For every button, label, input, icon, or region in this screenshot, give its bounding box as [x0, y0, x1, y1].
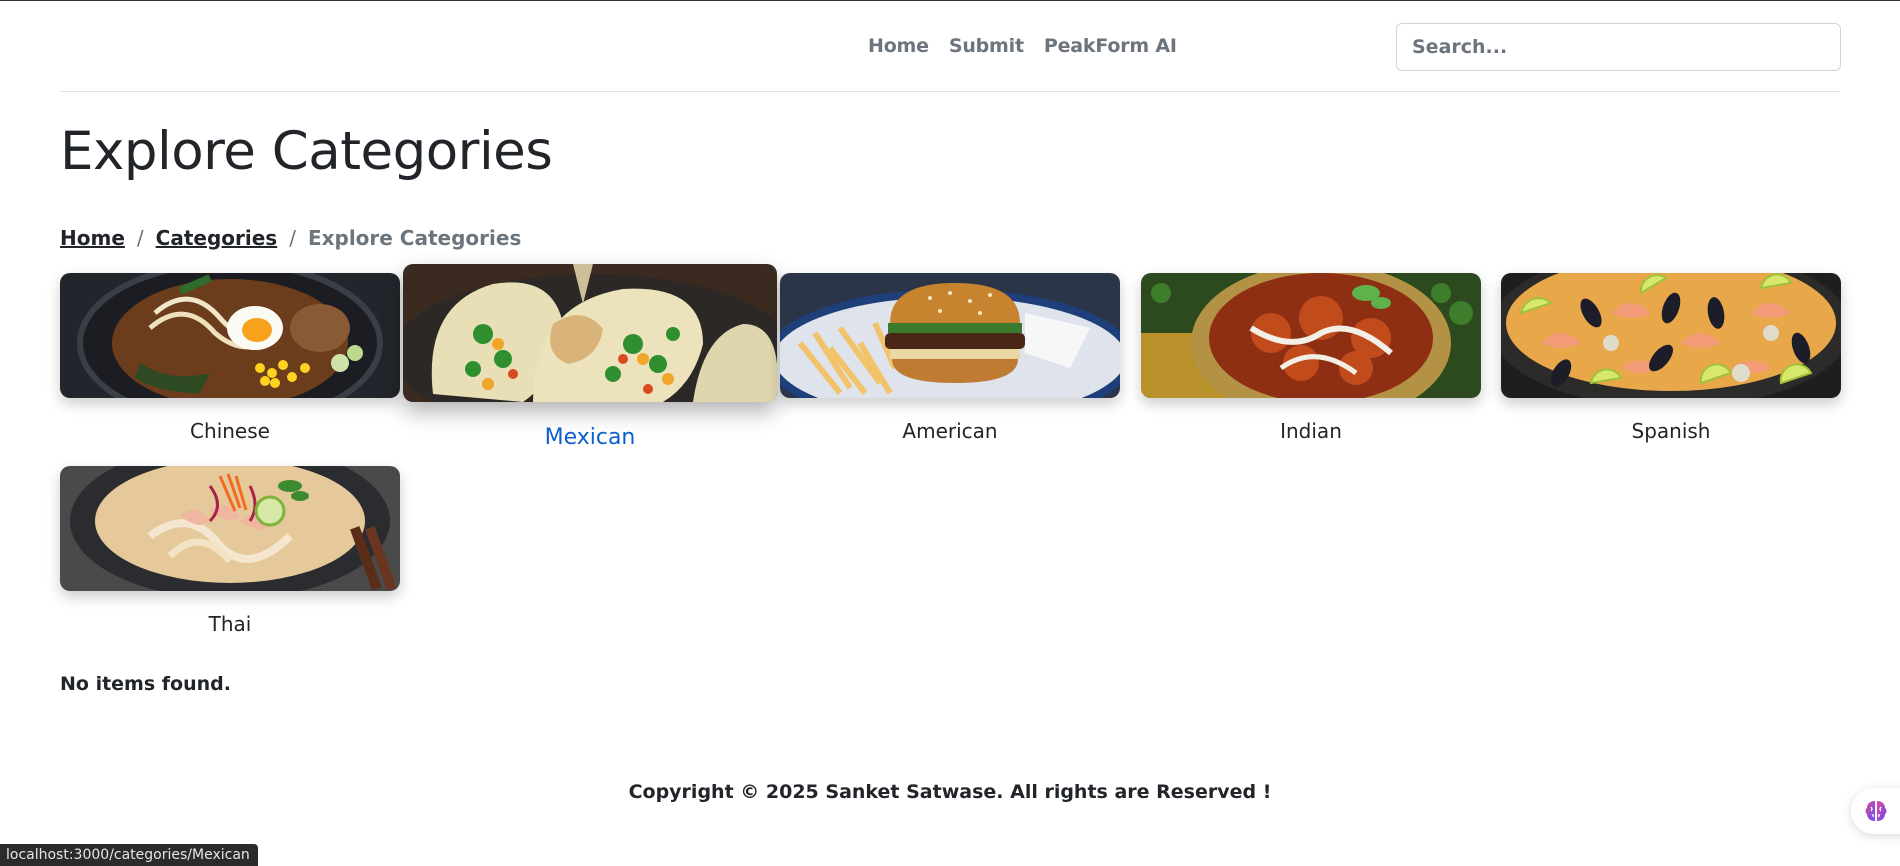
- thai-curry-noodles-image: [60, 466, 400, 591]
- nav-home-link[interactable]: Home: [868, 35, 929, 57]
- site-header: Home Submit PeakForm AI: [60, 1, 1841, 92]
- breadcrumb-home-link[interactable]: Home: [60, 226, 125, 250]
- burger-fries-image: [780, 273, 1120, 398]
- category-label: Indian: [1280, 419, 1342, 443]
- ramen-bowl-image: [60, 273, 400, 398]
- breadcrumb-current: Explore Categories: [307, 226, 522, 250]
- breadcrumb-separator: /: [136, 226, 144, 250]
- empty-message: No items found.: [60, 673, 231, 695]
- main-nav: Home Submit PeakForm AI: [868, 35, 1177, 57]
- breadcrumb-separator: /: [289, 226, 296, 250]
- nav-submit-link[interactable]: Submit: [949, 35, 1024, 57]
- category-label: Mexican: [544, 425, 636, 450]
- nav-peakform-ai-link[interactable]: PeakForm AI: [1044, 35, 1177, 57]
- category-label: Chinese: [190, 419, 270, 443]
- category-label: Thai: [208, 612, 252, 636]
- category-card-indian[interactable]: Indian: [1141, 273, 1481, 443]
- ai-assistant-button[interactable]: [1851, 788, 1900, 834]
- category-card-spanish[interactable]: Spanish: [1501, 273, 1841, 443]
- breadcrumb-categories-link[interactable]: Categories: [156, 226, 278, 250]
- category-card-thai[interactable]: Thai: [60, 466, 400, 636]
- category-label: Spanish: [1631, 419, 1711, 443]
- curry-bowl-image: [1141, 273, 1481, 398]
- status-bar-url: localhost:3000/categories/Mexican: [0, 844, 258, 866]
- category-card-chinese[interactable]: Chinese: [60, 273, 400, 443]
- category-card-american[interactable]: American: [780, 273, 1120, 443]
- category-label: American: [902, 419, 998, 443]
- footer-copyright: Copyright © 2025 Sanket Satwase. All rig…: [628, 781, 1272, 803]
- page-title: Explore Categories: [60, 121, 553, 182]
- breadcrumb: Home / Categories / Explore Categories: [60, 226, 521, 250]
- paella-image: [1501, 273, 1841, 398]
- category-card-mexican[interactable]: Mexican: [403, 264, 777, 450]
- tacos-image: [403, 264, 777, 402]
- brain-icon: [1865, 801, 1887, 821]
- search-input[interactable]: [1396, 23, 1841, 71]
